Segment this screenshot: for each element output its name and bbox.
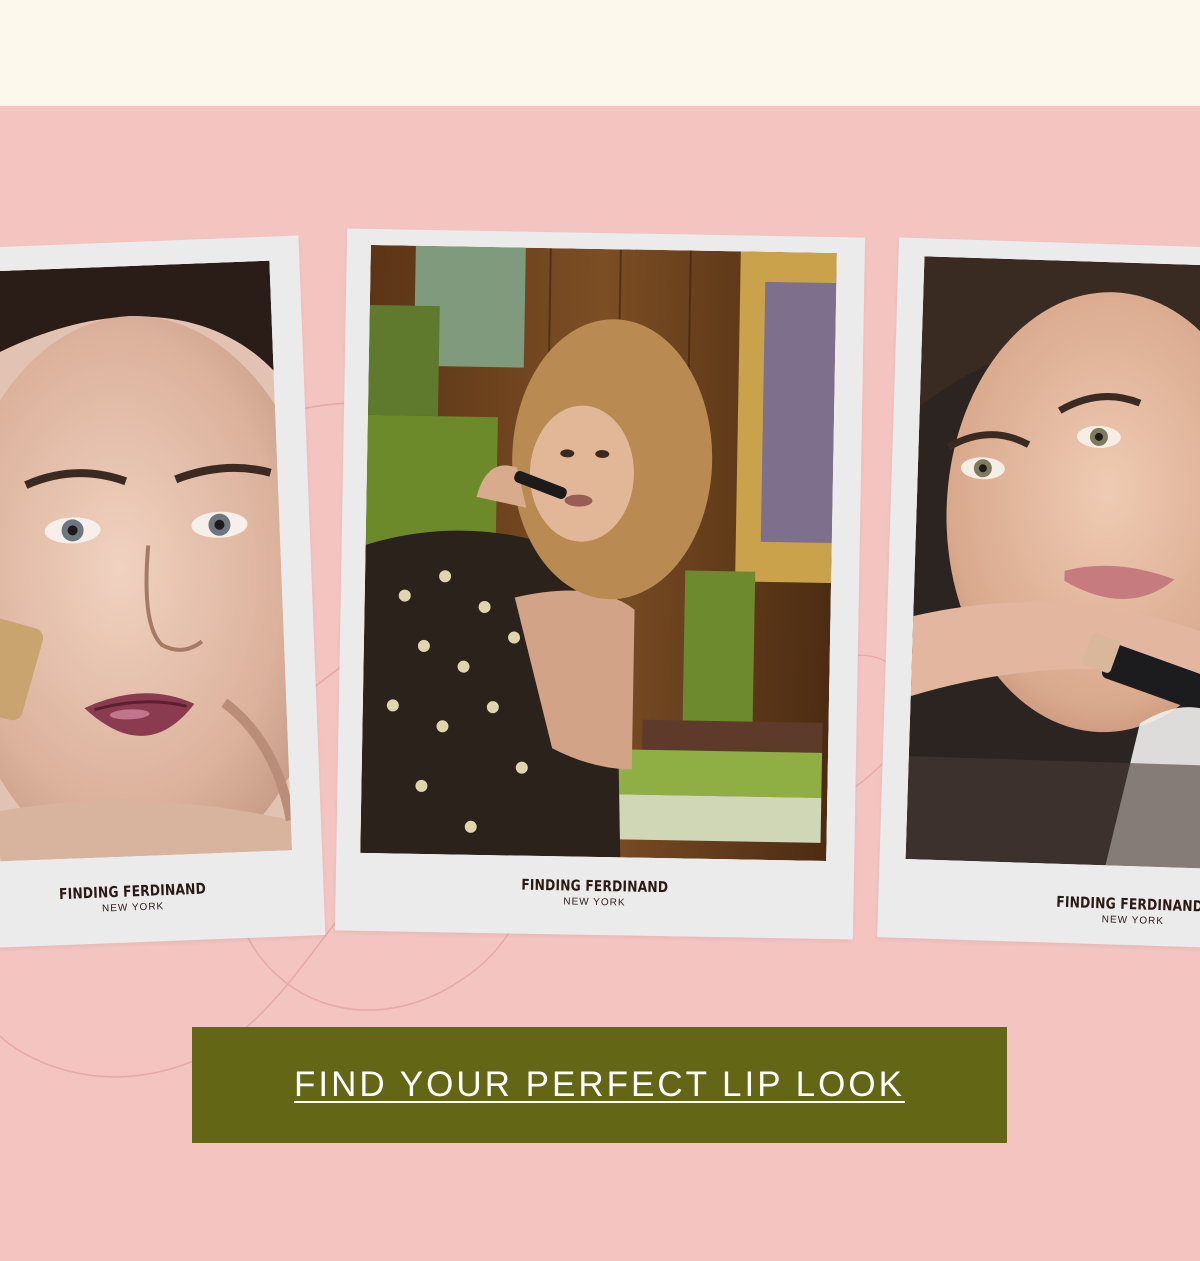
brand-label: FINDING FERDINAND NEW YORK — [878, 887, 1200, 929]
polaroid-center: FINDING FERDINAND NEW YORK — [334, 228, 866, 940]
model-holding-lipstick-photo — [905, 256, 1200, 870]
brand-name: FINDING FERDINAND — [1056, 892, 1200, 916]
model-portrait-glossy-lip-photo — [0, 260, 293, 862]
brand-label: FINDING FERDINAND NEW YORK — [0, 875, 324, 921]
model-with-green-packaging-photo — [360, 244, 837, 861]
cta-label: FIND YOUR PERFECT LIP LOOK — [294, 1065, 905, 1104]
find-lip-look-button[interactable]: FIND YOUR PERFECT LIP LOOK — [192, 1027, 1007, 1143]
polaroid-right: FINDING FERDINAND NEW YORK — [877, 237, 1200, 949]
brand-location: NEW YORK — [1101, 914, 1165, 928]
polaroid-left: FINDING FERDINAND NEW YORK — [0, 235, 326, 949]
brand-label: FINDING FERDINAND NEW YORK — [335, 872, 853, 912]
top-band — [0, 0, 1200, 106]
